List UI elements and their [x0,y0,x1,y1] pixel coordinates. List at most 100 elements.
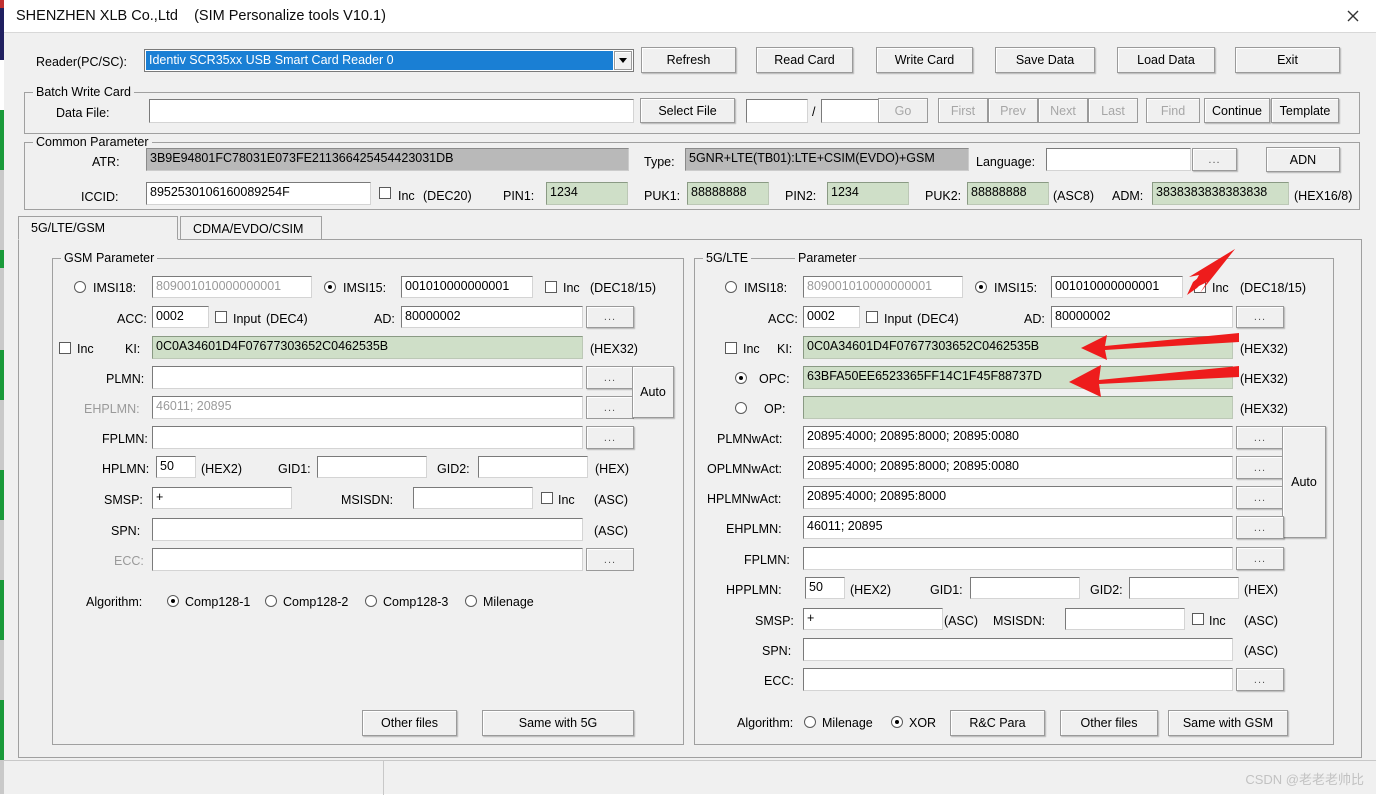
gsm-msisdn-inc-checkbox[interactable] [541,492,553,504]
select-file-button[interactable]: Select File [640,98,735,123]
read-card-button[interactable]: Read Card [756,47,853,73]
lte-smsp-input[interactable]: + [803,608,943,630]
lte-ad-browse-button[interactable]: ... [1236,306,1284,328]
lte-imsi18-input[interactable]: 809001010000000001 [803,276,963,298]
lte-algorithm-xor-radio[interactable] [891,716,903,728]
puk2-input[interactable]: 88888888 [967,182,1049,205]
go-button[interactable]: Go [878,98,928,123]
lte-spn-input[interactable] [803,638,1233,661]
refresh-button[interactable]: Refresh [641,47,736,73]
lte-hplmnwact-browse-button[interactable]: ... [1236,486,1284,509]
data-file-input[interactable] [149,99,634,123]
lte-hpplmn-input[interactable]: 50 [805,577,845,599]
lte-imsi15-radio[interactable] [975,281,987,293]
gsm-fplmn-browse-button[interactable]: ... [586,426,634,449]
save-data-button[interactable]: Save Data [995,47,1095,73]
lte-hplmnwact-input[interactable]: 20895:4000; 20895:8000 [803,486,1233,509]
lte-oplmnwact-browse-button[interactable]: ... [1236,456,1284,479]
pin1-input[interactable]: 1234 [546,182,628,205]
gsm-imsi-inc-checkbox[interactable] [545,281,557,293]
lte-msisdn-input[interactable] [1065,608,1185,630]
find-button[interactable]: Find [1146,98,1200,123]
gsm-plmn-browse-button[interactable]: ... [586,366,634,389]
gsm-ki-inc-checkbox[interactable] [59,342,71,354]
first-button[interactable]: First [938,98,988,123]
lte-fplmn-input[interactable] [803,547,1233,570]
lte-op-radio[interactable] [735,402,747,414]
gsm-ecc-input[interactable] [152,548,583,571]
batch-total-input[interactable] [821,99,883,123]
lte-gid2-input[interactable] [1129,577,1239,599]
lte-ad-input[interactable]: 80000002 [1051,306,1233,328]
pin2-input[interactable]: 1234 [827,182,909,205]
gsm-gid2-input[interactable] [478,456,588,478]
gsm-ehplmn-browse-button[interactable]: ... [586,396,634,419]
gsm-msisdn-input[interactable] [413,487,533,509]
lte-other-files-button[interactable]: Other files [1060,710,1158,736]
gsm-fplmn-input[interactable] [152,426,583,449]
lte-ehplmn-input[interactable]: 46011; 20895 [803,516,1233,539]
gsm-imsi18-input[interactable]: 809001010000000001 [152,276,312,298]
gsm-imsi15-radio[interactable] [324,281,336,293]
lte-algorithm-milenage-radio[interactable] [804,716,816,728]
last-button[interactable]: Last [1088,98,1138,123]
lte-plmnwact-browse-button[interactable]: ... [1236,426,1284,449]
chevron-down-icon[interactable] [614,51,632,70]
lte-acc-input[interactable]: 0002 [803,306,860,328]
language-input[interactable] [1046,148,1191,171]
gsm-acc-input[interactable]: 0002 [152,306,209,328]
gsm-ki-input[interactable]: 0C0A34601D4F07677303652C0462535B [152,336,583,359]
gsm-gid1-input[interactable] [317,456,427,478]
lte-auto-button[interactable]: Auto [1282,426,1326,538]
batch-index-input[interactable] [746,99,808,123]
adm-input[interactable]: 3838383838383838 [1152,182,1289,205]
continue-button[interactable]: Continue [1204,98,1270,123]
write-card-button[interactable]: Write Card [876,47,973,73]
reader-combo[interactable]: Identiv SCR35xx USB Smart Card Reader 0 [144,49,634,72]
lte-gid1-input[interactable] [970,577,1080,599]
lte-op-input[interactable] [803,396,1233,419]
lte-ecc-browse-button[interactable]: ... [1236,668,1284,691]
lte-plmnwact-input[interactable]: 20895:4000; 20895:8000; 20895:0080 [803,426,1233,449]
gsm-auto-button[interactable]: Auto [632,366,674,418]
tab-5g-lte-gsm[interactable]: 5G/LTE/GSM [18,216,178,240]
gsm-smsp-input[interactable]: + [152,487,292,509]
gsm-algorithm-comp128-2-radio[interactable] [265,595,277,607]
gsm-plmn-input[interactable] [152,366,583,389]
lte-oplmnwact-input[interactable]: 20895:4000; 20895:8000; 20895:0080 [803,456,1233,479]
lte-ki-input[interactable]: 0C0A34601D4F07677303652C0462535B [803,336,1233,359]
next-button[interactable]: Next [1038,98,1088,123]
lte-opc-radio[interactable] [735,372,747,384]
gsm-algorithm-comp128-3-radio[interactable] [365,595,377,607]
lte-msisdn-inc-checkbox[interactable] [1192,613,1204,625]
gsm-ehplmn-input[interactable]: 46011; 20895 [152,396,583,419]
tab-cdma-evdo-csim[interactable]: CDMA/EVDO/CSIM [180,216,322,240]
lte-imsi18-radio[interactable] [725,281,737,293]
puk1-input[interactable]: 88888888 [687,182,769,205]
gsm-algorithm-comp128-1-radio[interactable] [167,595,179,607]
gsm-acc-input-checkbox[interactable] [215,311,227,323]
template-button[interactable]: Template [1271,98,1339,123]
exit-button[interactable]: Exit [1235,47,1340,73]
gsm-imsi15-input[interactable]: 001010000000001 [401,276,533,298]
lte-acc-input-checkbox[interactable] [866,311,878,323]
close-icon[interactable] [1330,0,1376,32]
lte-same-with-gsm-button[interactable]: Same with GSM [1168,710,1288,736]
load-data-button[interactable]: Load Data [1117,47,1215,73]
language-browse-button[interactable]: ... [1192,148,1237,171]
iccid-inc-checkbox[interactable] [379,187,391,199]
gsm-ecc-browse-button[interactable]: ... [586,548,634,571]
gsm-spn-input[interactable] [152,518,583,541]
gsm-same-with-5g-button[interactable]: Same with 5G [482,710,634,736]
gsm-ad-input[interactable]: 80000002 [401,306,583,328]
lte-imsi-inc-checkbox[interactable] [1194,281,1206,293]
iccid-input[interactable]: 8952530106160089254F [146,182,371,205]
lte-ki-inc-checkbox[interactable] [725,342,737,354]
lte-imsi15-input[interactable]: 001010000000001 [1051,276,1183,298]
prev-button[interactable]: Prev [988,98,1038,123]
gsm-hplmn-input[interactable]: 50 [156,456,196,478]
gsm-imsi18-radio[interactable] [74,281,86,293]
lte-fplmn-browse-button[interactable]: ... [1236,547,1284,570]
gsm-other-files-button[interactable]: Other files [362,710,457,736]
lte-opc-input[interactable]: 63BFA50EE6523365FF14C1F45F88737D [803,366,1233,389]
